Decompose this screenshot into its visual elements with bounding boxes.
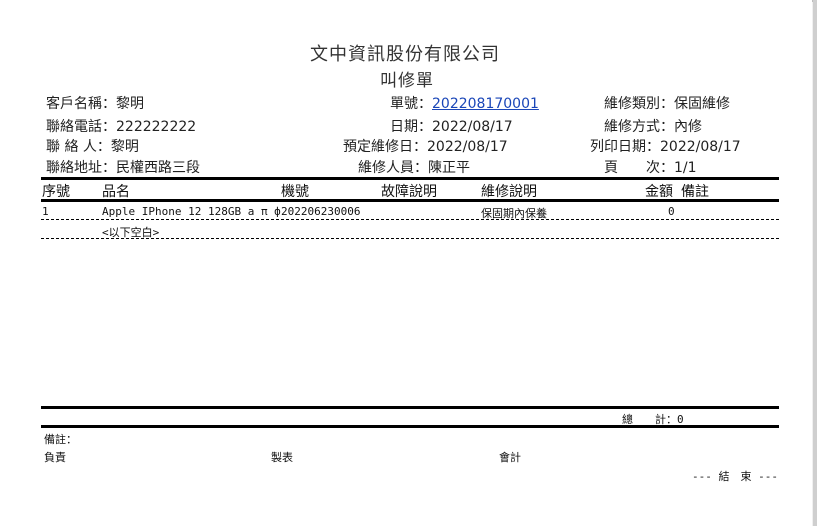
document-title: 叫修單 xyxy=(380,71,434,91)
address-field: 聯絡地址：民權西路三段 xyxy=(46,157,200,177)
header-serial: 機號 xyxy=(281,184,309,200)
page-number-value: 1/1 xyxy=(674,160,697,176)
technician-value: 陳正平 xyxy=(428,160,470,176)
order-no-link[interactable]: 202208170001 xyxy=(432,96,539,112)
repair-type-label: 維修類別： xyxy=(604,96,674,112)
remarks-label: 備註： xyxy=(44,433,77,446)
row-divider xyxy=(41,238,779,239)
window-frame-right xyxy=(813,0,817,526)
repair-method-label: 維修方式： xyxy=(604,119,674,135)
print-date-label: 列印日期： xyxy=(590,139,660,155)
accounting-label: 會計 xyxy=(499,451,521,464)
contact-value: 黎明 xyxy=(110,139,139,155)
print-date-value: 2022/08/17 xyxy=(660,139,741,155)
phone-value: 222222222 xyxy=(116,119,197,135)
repair-method-field: 維修方式：內修 xyxy=(604,116,702,136)
phone-label: 聯絡電話： xyxy=(46,119,116,135)
end-of-report: --- 結 束 --- xyxy=(692,470,778,483)
totals-bottom-rule xyxy=(41,425,779,428)
row-divider xyxy=(41,219,779,220)
table-header-rule xyxy=(41,199,779,202)
responsible-label: 負責 xyxy=(44,451,66,464)
customer-value: 黎明 xyxy=(116,96,144,112)
scheduled-date-value: 2022/08/17 xyxy=(427,139,508,155)
customer-field: 客戶名稱：黎明 xyxy=(46,93,144,113)
row-item-name: Apple IPhone 12 128GB a π ф xyxy=(102,205,281,218)
page-number-field: 頁 次：1/1 xyxy=(604,157,697,177)
address-label: 聯絡地址： xyxy=(46,160,116,176)
header-amount: 金額 xyxy=(645,184,673,200)
row-amount: 0 xyxy=(668,205,675,218)
row-serial: 202206230006 xyxy=(281,205,361,218)
phone-field: 聯絡電話：222222222 xyxy=(46,116,196,136)
date-value: 2022/08/17 xyxy=(432,119,513,135)
address-value: 民權西路三段 xyxy=(116,160,200,176)
print-date-field: 列印日期：2022/08/17 xyxy=(590,136,741,156)
order-no-label: 單號： xyxy=(390,96,432,112)
repair-type-value: 保固維修 xyxy=(674,96,730,112)
row-seq: 1 xyxy=(42,205,49,218)
technician-label: 維修人員： xyxy=(358,160,428,176)
header-seq: 序號 xyxy=(42,184,70,200)
repair-method-value: 內修 xyxy=(674,119,702,135)
technician-field: 維修人員：陳正平 xyxy=(358,157,470,177)
contact-field: 聯 絡 人：黎明 xyxy=(46,136,139,156)
repair-type-field: 維修類別：保固維修 xyxy=(604,93,730,113)
header-item-name: 品名 xyxy=(102,184,130,200)
table-top-rule xyxy=(41,177,779,180)
page-number-label: 頁 次： xyxy=(604,160,674,176)
contact-label: 聯 絡 人： xyxy=(46,139,111,155)
date-label: 日期： xyxy=(390,119,432,135)
scheduled-date-field: 預定維修日：2022/08/17 xyxy=(343,136,508,156)
header-repair: 維修說明 xyxy=(481,184,537,200)
order-no-field: 單號：202208170001 xyxy=(390,93,539,113)
report-page: 文中資訊股份有限公司 叫修單 客戶名稱：黎明 聯絡電話：222222222 聯 … xyxy=(0,0,812,526)
company-name: 文中資訊股份有限公司 xyxy=(310,44,500,65)
scheduled-date-label: 預定維修日： xyxy=(343,139,427,155)
prepared-by-label: 製表 xyxy=(271,451,293,464)
totals-top-rule xyxy=(41,406,779,409)
header-note: 備註 xyxy=(681,184,709,200)
header-fault: 故障說明 xyxy=(381,184,437,200)
customer-label: 客戶名稱： xyxy=(46,96,116,112)
date-field: 日期：2022/08/17 xyxy=(390,116,513,136)
